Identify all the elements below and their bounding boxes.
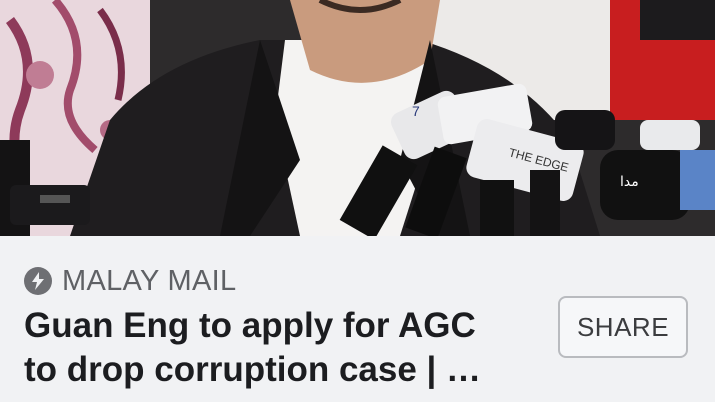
source-row: MALAY MAIL bbox=[24, 264, 236, 298]
article-card[interactable]: THE EDGE 7 مدا MALAY MAIL Guan Eng to ap… bbox=[0, 0, 715, 402]
headline[interactable]: Guan Eng to apply for AGC to drop corrup… bbox=[24, 304, 534, 392]
headline-line-1: Guan Eng to apply for AGC bbox=[24, 306, 476, 345]
mic-label-arabic: مدا bbox=[620, 174, 639, 190]
bolt-icon bbox=[24, 267, 52, 295]
source-name: MALAY MAIL bbox=[62, 264, 237, 297]
press-conference-photo: THE EDGE 7 مدا bbox=[0, 0, 715, 236]
mic-label-7: 7 bbox=[412, 103, 420, 119]
share-button[interactable]: SHARE bbox=[558, 296, 688, 358]
article-photo[interactable]: THE EDGE 7 مدا bbox=[0, 0, 715, 236]
article-info: MALAY MAIL Guan Eng to apply for AGC to … bbox=[0, 236, 715, 402]
headline-line-2: to drop corruption case | … bbox=[24, 350, 482, 389]
